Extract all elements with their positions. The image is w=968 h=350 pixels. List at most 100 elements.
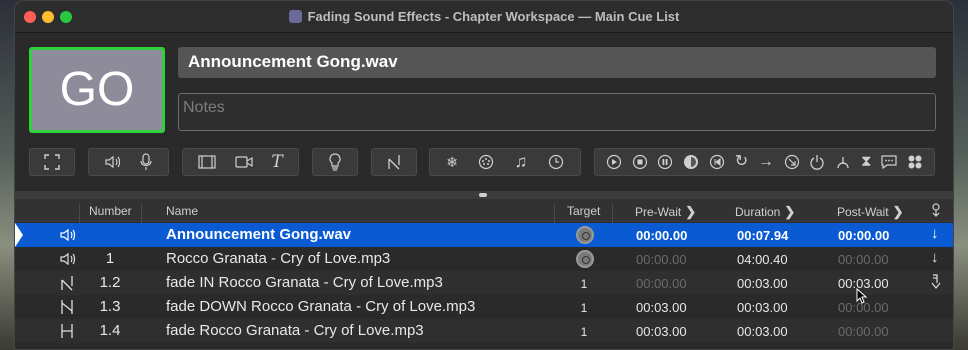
fade-icon[interactable] <box>386 154 402 170</box>
main-window: Fading Sound Effects - Chapter Workspace… <box>14 0 954 350</box>
column-separator <box>554 204 555 223</box>
video-icon[interactable] <box>198 154 216 170</box>
cue-name: Rocco Granata - Cry of Love.mp3 <box>166 250 391 267</box>
toolbar-group-light <box>312 148 358 176</box>
fade-cue-icon <box>59 299 75 319</box>
column-postwait-label: Post-Wait <box>837 205 889 219</box>
cue-target[interactable]: 1 <box>575 325 593 339</box>
window-title: Fading Sound Effects - Chapter Workspace… <box>15 9 953 24</box>
column-target[interactable]: Target <box>567 204 600 218</box>
column-duration[interactable]: Duration ❯ <box>735 204 795 220</box>
cue-target[interactable]: 1 <box>575 277 593 291</box>
column-name[interactable]: Name <box>166 204 198 218</box>
chevron-right-icon: ❯ <box>892 204 904 219</box>
prewait-value: 00:00.00 <box>636 252 687 267</box>
split-divider[interactable] <box>15 191 953 199</box>
cue-name: fade DOWN Rocco Granata - Cry of Love.mp… <box>166 298 476 315</box>
toolbar-group-fade <box>371 148 417 176</box>
chevron-right-icon: ❯ <box>784 204 796 219</box>
cue-name: fade IN Rocco Granata - Cry of Love.mp3 <box>166 274 443 291</box>
table-row[interactable]: 1 Rocco Granata - Cry of Love.mp3 00:00.… <box>15 247 953 271</box>
audio-icon[interactable] <box>104 154 122 170</box>
cue-number: 1.4 <box>99 322 121 339</box>
divider-handle[interactable] <box>479 193 487 197</box>
toolbar-group-view <box>29 148 75 176</box>
prewait-value: 00:00.00 <box>636 228 688 243</box>
load-icon[interactable] <box>683 154 699 170</box>
cue-number: 1.3 <box>99 298 121 315</box>
auto-continue-icon: ↓ <box>931 225 939 242</box>
reset-icon[interactable] <box>709 154 725 170</box>
column-separator <box>79 204 80 223</box>
chevron-right-icon: ❯ <box>685 204 697 219</box>
table-header: Number Name Target Pre-Wait ❯ Duration ❯ P… <box>15 199 953 223</box>
cue-name-field[interactable]: Announcement Gong.wav <box>178 47 936 78</box>
postwait-value: 00:00.00 <box>838 228 890 243</box>
duration-value: 00:03.00 <box>737 300 788 315</box>
postwait-value: 00:00.00 <box>838 324 889 339</box>
column-number[interactable]: Number <box>89 204 132 218</box>
text-icon[interactable]: T <box>271 148 282 176</box>
audio-cue-icon <box>59 251 77 271</box>
column-prewait-label: Pre-Wait <box>635 205 682 219</box>
duration-value: 04:00.40 <box>737 252 788 267</box>
start-icon[interactable] <box>606 154 622 170</box>
music-icon[interactable]: ♫ <box>515 148 528 176</box>
toolbar-group-video: T <box>182 148 299 176</box>
table-row[interactable]: Announcement Gong.wav 00:00.00 00:07.94 … <box>15 223 953 247</box>
duration-value: 00:07.94 <box>737 228 789 243</box>
workspace-icon <box>288 10 302 23</box>
devamp-icon[interactable] <box>809 154 825 170</box>
duration-value: 00:03.00 <box>737 324 788 339</box>
pause-icon[interactable] <box>657 154 673 170</box>
fullscreen-icon[interactable] <box>44 154 60 170</box>
table-row[interactable]: 1.4 fade Rocco Granata - Cry of Love.mp3… <box>15 319 953 343</box>
mouse-cursor-icon <box>856 288 868 304</box>
cue-name: fade Rocco Granata - Cry of Love.mp3 <box>166 322 424 339</box>
target-audio-icon[interactable] <box>576 250 594 268</box>
target-audio-icon[interactable] <box>576 226 594 244</box>
cue-toolbar: T ❄ ♫ ↻ → ⧗ <box>15 148 953 176</box>
fade-cue-icon <box>59 323 75 343</box>
go-button[interactable]: GO <box>29 47 165 133</box>
notes-field[interactable]: Notes <box>178 93 936 131</box>
title-bar: Fading Sound Effects - Chapter Workspace… <box>15 1 953 33</box>
column-prewait[interactable]: Pre-Wait ❯ <box>635 204 696 220</box>
toolbar-group-transport: ↻ → ⧗ <box>594 148 935 176</box>
playhead-icon <box>15 223 23 247</box>
prewait-value: 00:00.00 <box>636 276 687 291</box>
column-postwait[interactable]: Post-Wait ❯ <box>837 204 903 220</box>
toolbar-group-audio <box>88 148 169 176</box>
stop-icon[interactable] <box>632 154 648 170</box>
table-row[interactable]: 1.3 fade DOWN Rocco Granata - Cry of Lov… <box>15 295 953 319</box>
light-icon[interactable] <box>328 153 342 171</box>
timecode-icon[interactable] <box>548 154 564 170</box>
fade-cue-icon <box>59 275 75 295</box>
goto-icon[interactable]: ↻ <box>735 148 748 176</box>
wait-icon[interactable]: ⧗ <box>861 148 872 176</box>
network-icon[interactable]: ❄ <box>446 148 458 176</box>
postwait-value: 00:00.00 <box>838 252 889 267</box>
target-icon[interactable]: → <box>758 148 774 176</box>
prewait-value: 00:03.00 <box>636 300 687 315</box>
camera-icon[interactable] <box>235 155 253 169</box>
column-separator <box>612 204 613 223</box>
continue-mode-icon[interactable] <box>930 203 942 220</box>
auto-follow-icon <box>930 274 942 294</box>
toolbar-group-control: ❄ ♫ <box>429 148 581 176</box>
table-row[interactable]: 1.2 fade IN Rocco Granata - Cry of Love.… <box>15 271 953 295</box>
memo-icon[interactable] <box>881 155 897 169</box>
group-icon[interactable] <box>907 154 923 170</box>
column-separator <box>141 204 142 223</box>
window-title-text: Fading Sound Effects - Chapter Workspace… <box>307 9 680 24</box>
column-duration-label: Duration <box>735 205 781 219</box>
disarm-icon[interactable] <box>835 154 851 170</box>
auto-continue-icon: ↓ <box>931 249 939 266</box>
arm-icon[interactable] <box>784 154 800 170</box>
cue-name: Announcement Gong.wav <box>166 226 352 243</box>
midi-icon[interactable] <box>478 154 494 170</box>
duration-value: 00:03.00 <box>737 276 788 291</box>
cue-target[interactable]: 1 <box>575 301 593 315</box>
audio-cue-icon <box>59 227 77 247</box>
mic-icon[interactable] <box>139 153 153 171</box>
